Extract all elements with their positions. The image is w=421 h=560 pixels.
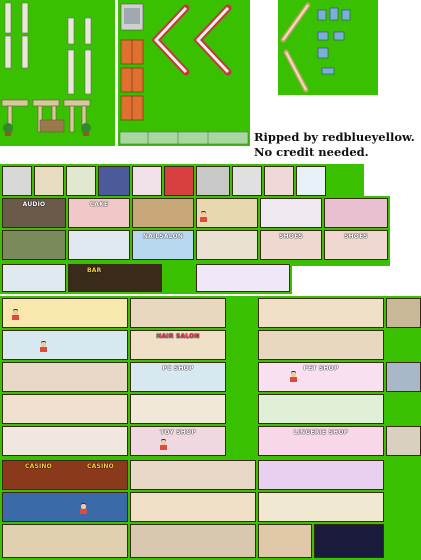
shopper-sprite: [40, 342, 47, 352]
sign-toy-shop: TOY SHOP: [160, 429, 196, 436]
shop-arcade: [258, 460, 384, 490]
sign-shoes-1: SHOES: [279, 233, 303, 240]
sign-pc-shop: PC SHOP: [162, 365, 194, 372]
shop-shutter: [232, 166, 262, 196]
shop-store-a: [2, 298, 128, 328]
sign-hair-salon: HAIR SALON: [156, 333, 200, 340]
shop-toy-shop: TOY SHOP: [130, 426, 226, 456]
shop-casino: CASINO CASINO: [2, 460, 128, 490]
shop-bakery: [260, 198, 322, 228]
stair-panel: [278, 0, 378, 95]
shopper-sprite: [12, 310, 19, 320]
shop-hair-salon: HAIR SALON: [130, 330, 226, 360]
shopper-sprite: [290, 372, 297, 382]
shop-office: [196, 230, 258, 260]
shop-clinic: [196, 264, 290, 292]
shop-audio: AUDIO: [2, 198, 66, 228]
sign-casino-2: CASINO: [87, 463, 114, 470]
sign-nail-salon: NAILSALON: [142, 233, 184, 240]
shopper-sprite: [160, 440, 167, 450]
shop-nail-salon: NAILSALON: [132, 230, 194, 260]
shop-clothes: [264, 166, 294, 196]
sign-pet-shop: PET SHOP: [303, 365, 339, 372]
shop-store-c: [2, 362, 128, 392]
shop-lingerie: LINGERIE SHOP: [258, 426, 384, 456]
shop-bookstore: [132, 198, 194, 228]
sprite-sheet: Ripped by redblueyellow. No credit neede…: [0, 0, 421, 560]
shop-pharmacy: [2, 264, 66, 292]
shop-kiosk: [296, 166, 326, 196]
shop-appliance: [2, 166, 32, 196]
railing-sprite: [119, 131, 249, 145]
shop-cinema: [314, 524, 384, 558]
elevator-escalator-sprites: [120, 3, 232, 121]
credit-line-2: No credit needed.: [254, 145, 369, 159]
shop-store-e: [2, 426, 128, 456]
shop-shoes-1: SHOES: [260, 230, 322, 260]
sign-lingerie-shop: LINGERIE SHOP: [293, 429, 349, 436]
sign-cake: CAKE: [89, 201, 109, 208]
shop-mall: [130, 460, 256, 490]
shop-boutique: [324, 198, 388, 228]
elevator-panel: [118, 0, 250, 130]
shop-lobby: [34, 166, 64, 196]
shop-cosmetics: [132, 166, 162, 196]
credit-line-1: Ripped by redblueyellow.: [254, 130, 415, 144]
shop-waiting-room: [258, 330, 384, 360]
shop-lounge: [130, 524, 256, 558]
shop-edge-c: [386, 426, 421, 456]
shopper-sprite: [80, 504, 87, 514]
pillar-sprites: [1, 2, 92, 136]
shop-small-lounge: [258, 524, 312, 558]
shop-hall: [2, 524, 128, 558]
shop-store-b: [2, 330, 128, 360]
shopper-sprite: [200, 212, 207, 222]
wall-strip: [118, 130, 250, 146]
shop-diner: [130, 492, 256, 522]
shop-counter: [258, 298, 384, 328]
shop-florist: [258, 394, 384, 424]
shop-army: [2, 230, 66, 260]
shop-edge-b: [386, 362, 421, 392]
shop-gallery: [68, 230, 130, 260]
shop-gift: [258, 492, 384, 522]
sign-audio: AUDIO: [22, 201, 46, 208]
shop-furniture: [130, 394, 226, 424]
shop-theater: [98, 166, 130, 196]
pillar-panel: [0, 0, 115, 146]
shop-shoes-2: SHOES: [324, 230, 388, 260]
shop-aquarium: [2, 492, 128, 522]
shop-restaurant: [130, 298, 226, 328]
shop-edge-a: [386, 298, 421, 328]
stairs-and-icons: [280, 2, 351, 93]
credit-text: Ripped by redblueyellow. No credit neede…: [254, 130, 415, 160]
shop-bar: BAR: [68, 264, 162, 292]
sign-casino-1: CASINO: [25, 463, 52, 470]
shop-grocery: [66, 166, 96, 196]
sign-bar: BAR: [87, 267, 102, 274]
shop-pc-shop: PC SHOP: [130, 362, 226, 392]
shop-doors: [196, 166, 230, 196]
shop-store-d: [2, 394, 128, 424]
sign-shoes-2: SHOES: [344, 233, 368, 240]
shop-pet-shop: PET SHOP: [258, 362, 384, 392]
shop-vending: [164, 166, 194, 196]
shop-cake: CAKE: [68, 198, 130, 228]
